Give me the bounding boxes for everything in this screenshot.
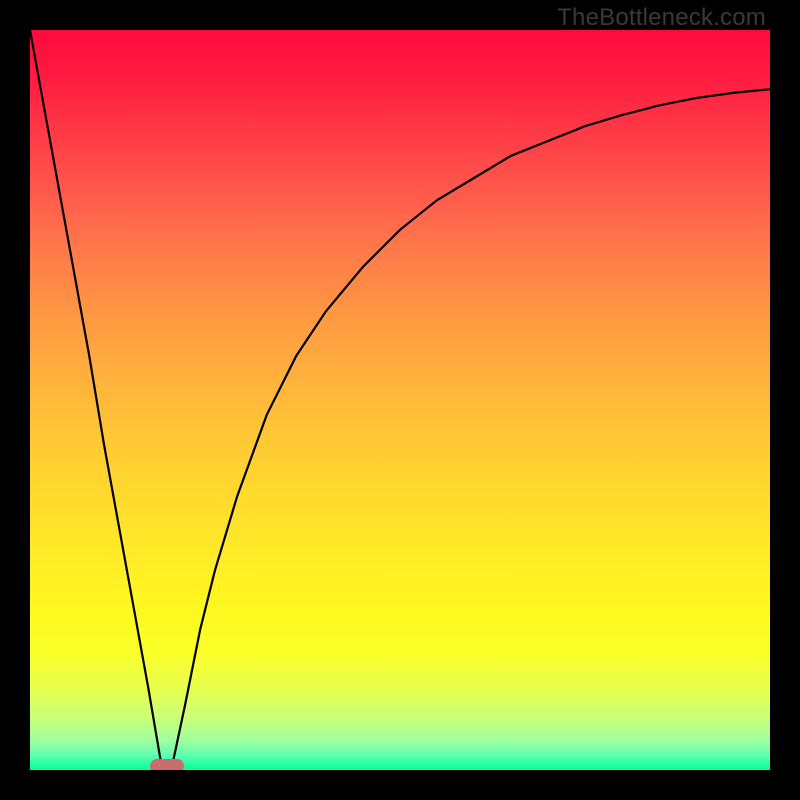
plot-area: [30, 30, 770, 770]
bottleneck-curve: [30, 30, 770, 770]
watermark-text: TheBottleneck.com: [557, 4, 766, 32]
chart-frame: TheBottleneck.com: [0, 0, 800, 800]
optimal-marker: [150, 759, 184, 770]
